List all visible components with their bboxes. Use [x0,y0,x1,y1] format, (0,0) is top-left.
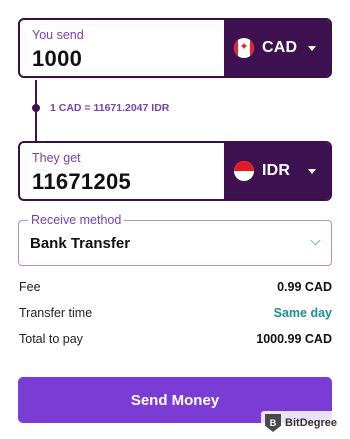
send-currency-select[interactable]: ✦ CAD [224,20,330,76]
transfer-time-label: Transfer time [19,306,93,320]
fee-row: Fee 0.99 CAD [19,280,332,294]
total-label: Total to pay [19,332,83,346]
get-amount-field[interactable]: They get 11671205 [20,143,224,199]
rate-connector-dot [32,104,40,112]
get-amount-label: They get [32,151,81,165]
get-currency-select[interactable]: IDR [224,143,330,199]
receive-method-value: Bank Transfer [30,235,131,252]
total-row: Total to pay 1000.99 CAD [19,332,332,346]
fee-label: Fee [19,280,41,294]
exchange-rate-text: 1 CAD = 11671.2047 IDR [50,102,170,114]
receive-method-select[interactable]: Receive method Bank Transfer [18,213,332,266]
fee-value: 0.99 CAD [277,280,332,294]
send-currency-code: CAD [262,39,298,56]
total-value: 1000.99 CAD [256,332,332,346]
get-currency-code: IDR [262,162,291,179]
canada-flag-icon: ✦ [234,38,254,58]
transfer-time-value: Same day [273,306,332,320]
send-amount-field[interactable]: You send 1000 [20,20,224,76]
caret-down-icon [308,168,316,174]
chevron-down-icon [310,235,321,246]
send-amount-label: You send [32,28,84,42]
send-amount-input[interactable]: 1000 [32,46,82,72]
get-amount-box: They get 11671205 IDR [18,141,332,201]
watermark-text: BitDegree [285,417,337,429]
indonesia-flag-icon [234,161,254,181]
caret-down-icon [308,45,316,51]
watermark: B BitDegree [261,411,344,435]
receive-method-label: Receive method [28,213,125,227]
send-amount-box: You send 1000 ✦ CAD [18,18,332,78]
bitdegree-logo-icon: B [265,414,282,432]
transfer-time-row: Transfer time Same day [19,306,332,320]
get-amount-input[interactable]: 11671205 [32,169,131,195]
